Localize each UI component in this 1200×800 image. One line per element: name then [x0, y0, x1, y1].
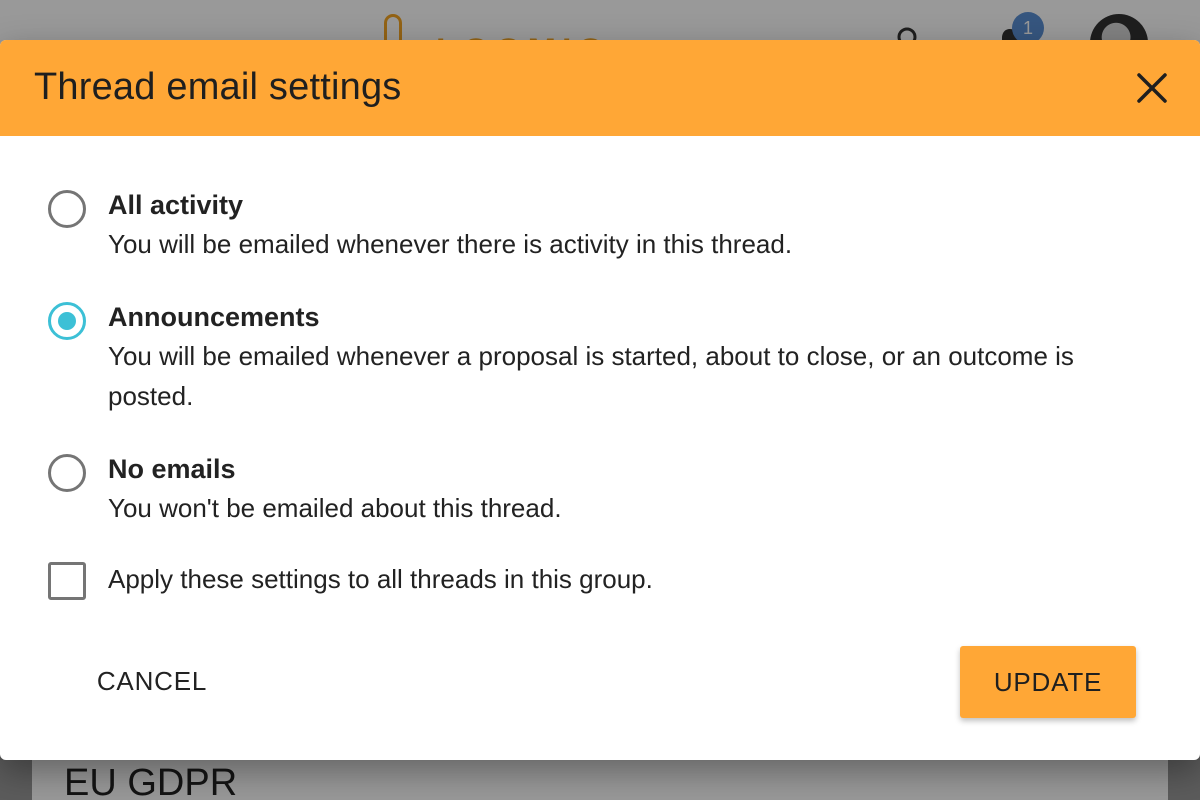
dialog-header: Thread email settings: [0, 40, 1200, 136]
option-no-emails[interactable]: No emails You won't be emailed about thi…: [0, 452, 1200, 532]
radio-all-activity[interactable]: [48, 190, 86, 228]
thread-email-settings-dialog: Thread email settings All activity You w…: [0, 40, 1200, 760]
option-all-activity[interactable]: All activity You will be emailed wheneve…: [0, 188, 1200, 268]
close-button[interactable]: [1126, 62, 1178, 114]
option-description: You will be emailed whenever a proposal …: [108, 341, 1074, 411]
radio-announcements[interactable]: [48, 302, 86, 340]
apply-all-row[interactable]: Apply these settings to all threads in t…: [0, 562, 1200, 608]
close-icon: [1137, 73, 1167, 103]
option-label: Announcements: [108, 302, 320, 332]
cancel-button[interactable]: CANCEL: [76, 646, 228, 716]
option-label: All activity: [108, 190, 244, 220]
option-announcements[interactable]: Announcements You will be emailed whenev…: [0, 300, 1200, 420]
radio-no-emails[interactable]: [48, 454, 86, 492]
update-button[interactable]: UPDATE: [960, 646, 1136, 718]
option-description: You won't be emailed about this thread.: [108, 493, 562, 523]
apply-all-checkbox[interactable]: [48, 562, 86, 600]
option-label: No emails: [108, 454, 236, 484]
apply-all-label: Apply these settings to all threads in t…: [108, 564, 653, 594]
option-description: You will be emailed whenever there is ac…: [108, 229, 793, 259]
dialog-title: Thread email settings: [34, 66, 402, 108]
